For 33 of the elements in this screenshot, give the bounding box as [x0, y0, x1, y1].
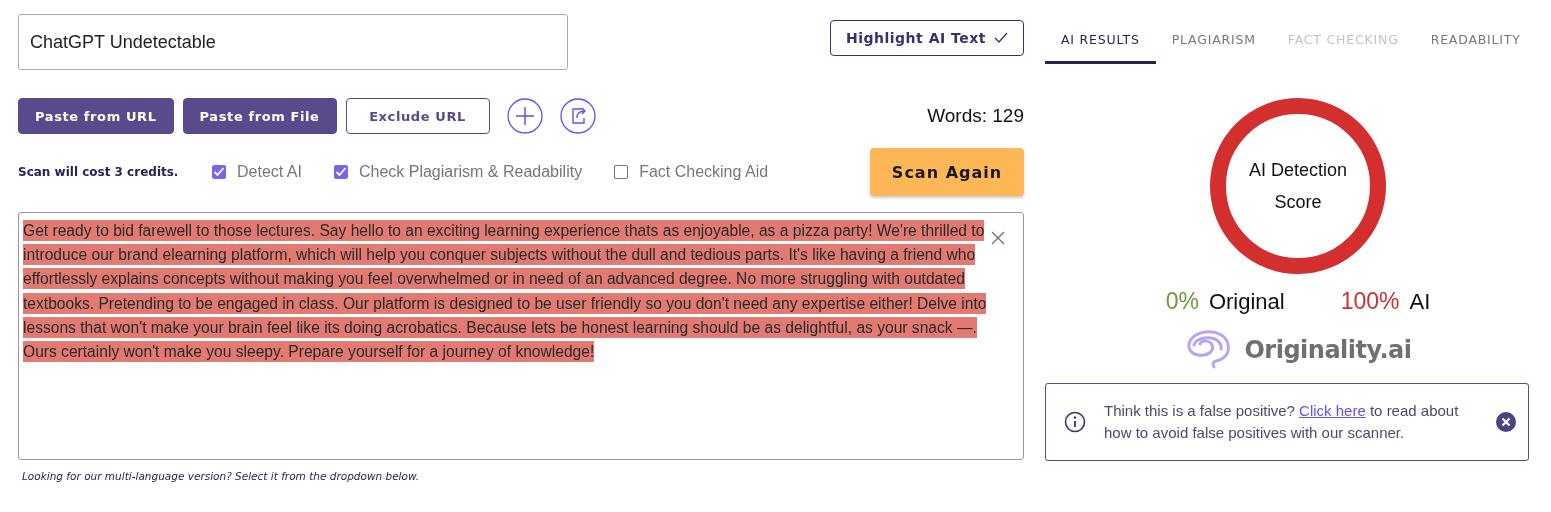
result-label: Original	[1208, 289, 1285, 315]
info-icon	[1064, 411, 1086, 433]
cost-note: Scan will cost 3 credits.	[18, 165, 180, 179]
result-label: AI	[1409, 289, 1431, 315]
checkbox[interactable]	[614, 165, 629, 179]
alert-message: Think this is a false positive? Click here to read about how to avoid false positives with our scanner.	[1104, 401, 1460, 443]
result-percent: 100%	[1340, 288, 1400, 315]
close-icon[interactable]	[991, 231, 1005, 245]
tab[interactable]: AI RESULTS	[1045, 24, 1156, 64]
add-icon[interactable]	[506, 98, 543, 134]
option-label: Check Plagiarism & Readability	[358, 163, 583, 181]
score-label: AI Detection Score	[1247, 159, 1349, 214]
tab[interactable]: READABILITY	[1414, 24, 1537, 64]
result-percent: 0%	[1165, 288, 1199, 315]
logo-text: Originality.ai	[1244, 336, 1412, 364]
toolbar-button[interactable]: Paste from File	[182, 98, 337, 134]
export-icon[interactable]	[559, 98, 596, 134]
toolbar-button[interactable]: Paste from URL	[18, 98, 174, 134]
checkbox[interactable]	[212, 165, 226, 179]
tab[interactable]: PLAGIARISM	[1155, 24, 1272, 64]
checkbox[interactable]	[333, 165, 348, 179]
text-editor[interactable]	[18, 212, 1024, 460]
language-note: Looking for our multi-language version? Select it from the dropdown below.	[22, 470, 421, 482]
toolbar-button[interactable]: Exclude URL	[345, 98, 490, 134]
option-label: Fact Checking Aid	[639, 163, 769, 181]
highlight-ai-text-button[interactable]: Highlight AI Text	[830, 20, 1024, 56]
word-count: Words: 129	[927, 105, 1024, 127]
close-icon[interactable]	[1496, 412, 1516, 432]
scan-again-button[interactable]: Scan Again	[870, 148, 1024, 196]
title-field[interactable]: ChatGPT Undetectable	[18, 14, 568, 70]
option-label: Detect AI	[237, 163, 302, 181]
checkmark-icon	[994, 32, 1008, 44]
click-here-link[interactable]: Click here	[1299, 402, 1366, 419]
